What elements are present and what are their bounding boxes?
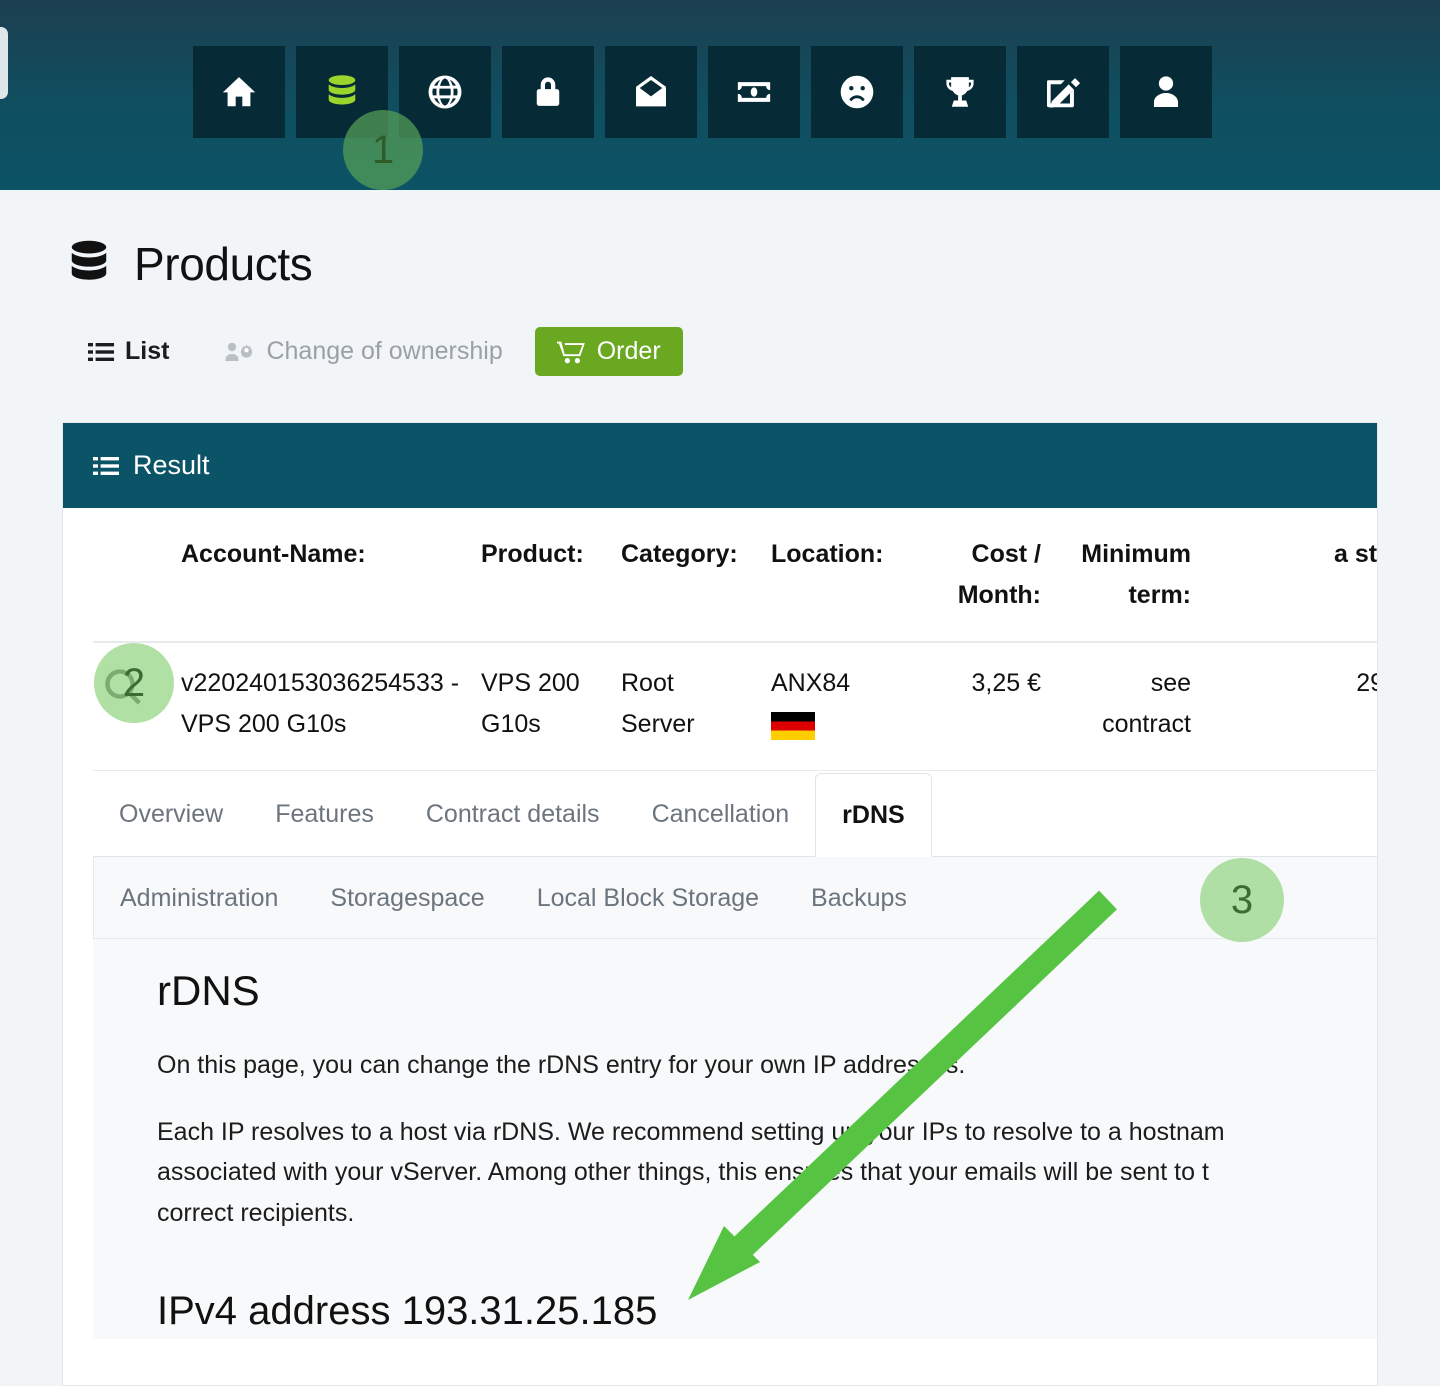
top-navigation-bar — [0, 0, 1440, 190]
frown-face-icon — [838, 73, 876, 111]
rdns-heading: rDNS — [157, 967, 260, 1014]
user-icon — [1147, 73, 1185, 111]
subtab-storagespace[interactable]: Storagespace — [304, 858, 510, 938]
rdns-paragraph-2-line-1: Each IP resolves to a host via rDNS. We … — [157, 1117, 1225, 1146]
row-detail-search-button[interactable] — [93, 642, 171, 771]
nav-item-home[interactable] — [193, 46, 285, 138]
tab-overview[interactable]: Overview — [93, 772, 249, 856]
table-header-account-name: Account-Name: — [171, 508, 471, 643]
database-icon — [323, 73, 361, 111]
order-button-label: Order — [596, 337, 661, 365]
table-header-row: Account-Name: Product: Category: Locatio… — [93, 508, 1377, 643]
nav-item-edit[interactable] — [1017, 46, 1109, 138]
home-icon — [220, 73, 258, 111]
page-title-row: Products — [66, 237, 1440, 291]
table-row[interactable]: v220240153036254533 - VPS 200 G10s VPS 2… — [93, 642, 1377, 771]
cell-product: VPS 200 G10s — [471, 642, 611, 771]
de-flag-icon — [771, 711, 815, 740]
page-title: Products — [134, 238, 313, 290]
page-toolbar: List Change of ownership Order — [88, 327, 1440, 376]
rdns-paragraph-2-line-2: associated with your vServer. Among othe… — [157, 1158, 1209, 1186]
table-header-location: Location: — [761, 508, 921, 643]
cell-account-name: v220240153036254533 - VPS 200 G10s — [171, 642, 471, 771]
cell-category: Root Server — [611, 642, 761, 771]
table-header-blank — [93, 508, 171, 643]
toolbar-change-ownership-label: Change of ownership — [266, 337, 503, 365]
nav-item-awards[interactable] — [914, 46, 1006, 138]
order-button[interactable]: Order — [534, 327, 683, 376]
detail-tabs: Overview Features Contract details Cance… — [93, 771, 1377, 857]
tab-contract-details[interactable]: Contract details — [400, 772, 626, 856]
cell-location-label: ANX84 — [771, 669, 851, 697]
app-root: Products List Change of ownership Order — [0, 0, 1440, 1386]
users-cog-icon — [225, 341, 255, 363]
nav-item-security[interactable] — [502, 46, 594, 138]
cell-clipped: 29. — [1201, 642, 1377, 771]
nav-item-account[interactable] — [1120, 46, 1212, 138]
table-header-category: Category: — [611, 508, 761, 643]
rdns-paragraph-2-line-3: correct recipients. — [157, 1198, 355, 1227]
cell-location: ANX84 — [761, 642, 921, 771]
nav-item-complaints[interactable] — [811, 46, 903, 138]
nav-item-mail[interactable] — [605, 46, 697, 138]
lock-icon — [529, 73, 567, 111]
page-header: Products List Change of ownership Order — [0, 190, 1440, 376]
list-icon — [88, 341, 114, 363]
shopping-cart-icon — [556, 340, 585, 364]
money-bill-icon — [735, 73, 773, 111]
result-card: Result Account-Name: Product: Category: … — [62, 422, 1378, 1386]
left-edge-handle[interactable] — [0, 27, 8, 99]
database-icon — [66, 239, 112, 289]
result-card-title: Result — [133, 450, 210, 480]
subtab-backups[interactable]: Backups — [785, 858, 933, 938]
table-header-clipped: a sta — [1201, 508, 1377, 643]
toolbar-list-tab[interactable]: List — [88, 337, 169, 366]
cell-minimum-term: see contract — [1051, 642, 1201, 771]
globe-icon — [426, 73, 464, 111]
rdns-ipv4-heading: IPv4 address 193.31.25.185 — [157, 1289, 658, 1333]
detail-subtabs: Administration Storagespace Local Block … — [93, 857, 1377, 939]
result-card-header: Result — [63, 423, 1377, 508]
pen-square-icon — [1044, 73, 1082, 111]
table-header-cost-per-month: Cost / Month: — [921, 508, 1051, 643]
tab-features[interactable]: Features — [249, 772, 400, 856]
tab-cancellation[interactable]: Cancellation — [626, 772, 816, 856]
list-icon — [93, 455, 119, 477]
nav-item-products[interactable] — [296, 46, 388, 138]
subtab-administration[interactable]: Administration — [94, 858, 304, 938]
subtab-local-block-storage[interactable]: Local Block Storage — [511, 858, 785, 938]
toolbar-change-ownership-tab[interactable]: Change of ownership — [225, 337, 503, 366]
trophy-icon — [941, 73, 979, 111]
rdns-panel: rDNS On this page, you can change the rD… — [93, 939, 1377, 1339]
products-table: Account-Name: Product: Category: Locatio… — [93, 508, 1377, 771]
result-card-body: Account-Name: Product: Category: Locatio… — [63, 508, 1377, 1339]
nav-item-domains[interactable] — [399, 46, 491, 138]
rdns-paragraph-1: On this page, you can change the rDNS en… — [157, 1051, 966, 1079]
search-icon — [103, 667, 161, 707]
top-navigation-items — [193, 46, 1212, 138]
nav-item-billing[interactable] — [708, 46, 800, 138]
cell-cost-per-month: 3,25 € — [921, 642, 1051, 771]
tab-rdns[interactable]: rDNS — [815, 773, 932, 857]
table-header-minimum-term: Minimum term: — [1051, 508, 1201, 643]
rdns-paragraph-2: Each IP resolves to a host via rDNS. We … — [157, 1112, 1377, 1234]
envelope-open-icon — [632, 73, 670, 111]
table-header-product: Product: — [471, 508, 611, 643]
toolbar-list-label: List — [125, 337, 170, 365]
